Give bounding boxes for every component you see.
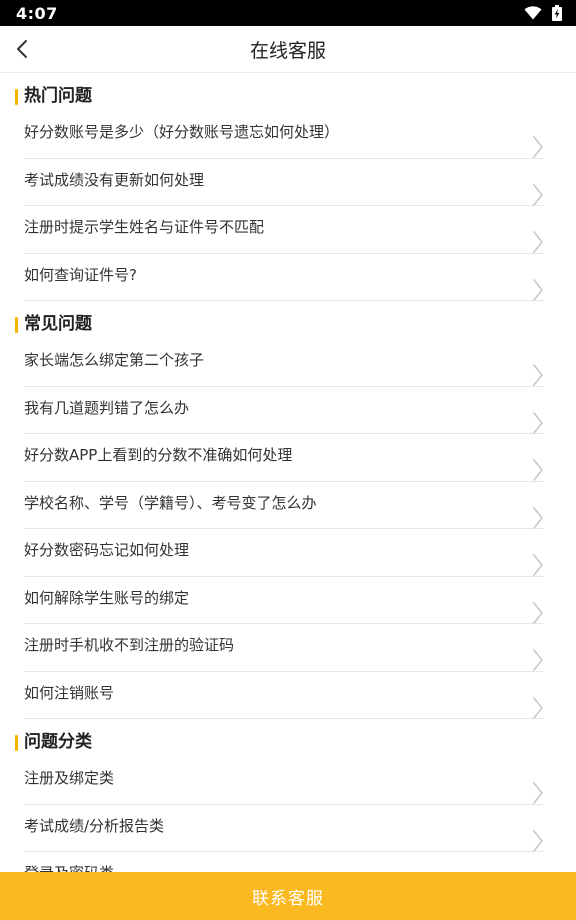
faq-item[interactable]: 好分数账号是多少（好分数账号遗忘如何处理） bbox=[24, 111, 544, 159]
chevron-right-icon bbox=[533, 459, 543, 481]
faq-item[interactable]: 如何解除学生账号的绑定 bbox=[24, 577, 544, 624]
faq-item[interactable]: 考试成绩/分析报告类 bbox=[24, 805, 544, 852]
contact-service-button[interactable]: 联系客服 bbox=[0, 872, 576, 920]
chevron-right-icon bbox=[533, 782, 543, 804]
section-title: 常见问题 bbox=[24, 314, 92, 334]
faq-item[interactable]: 如何查询证件号? bbox=[24, 254, 544, 301]
status-time: 4:07 bbox=[16, 3, 58, 23]
faq-item[interactable]: 注册时提示学生姓名与证件号不匹配 bbox=[24, 206, 544, 254]
faq-item-label: 好分数账号是多少（好分数账号遗忘如何处理） bbox=[24, 123, 340, 141]
page-title: 在线客服 bbox=[249, 39, 326, 62]
chevron-right-icon bbox=[533, 506, 543, 529]
faq-item-label: 登录及密码类 bbox=[24, 862, 114, 872]
chevron-right-icon bbox=[533, 183, 543, 206]
battery-charging-icon bbox=[552, 5, 562, 21]
faq-item-label: 如何解除学生账号的绑定 bbox=[24, 588, 190, 607]
faq-item-label: 注册时提示学生姓名与证件号不匹配 bbox=[24, 218, 265, 236]
status-icons bbox=[524, 5, 562, 21]
chevron-right-icon bbox=[533, 601, 543, 624]
chevron-right-icon bbox=[533, 278, 543, 301]
faq-item[interactable]: 考试成绩没有更新如何处理 bbox=[24, 159, 544, 206]
faq-item-label: 好分数APP上看到的分数不准确如何处理 bbox=[24, 446, 293, 464]
section-accent-bar bbox=[15, 317, 18, 333]
faq-item-label: 家长端怎么绑定第二个孩子 bbox=[24, 351, 205, 369]
faq-item-label: 如何注销账号 bbox=[24, 683, 115, 702]
faq-item-label: 注册时手机收不到注册的验证码 bbox=[24, 636, 235, 654]
chevron-right-icon bbox=[533, 696, 543, 719]
faq-item-label: 学校名称、学号（学籍号）、考号变了怎么办 bbox=[24, 493, 317, 512]
section-header: 热门问题 bbox=[0, 73, 576, 111]
wifi-icon bbox=[524, 6, 542, 20]
faq-list[interactable]: 热门问题好分数账号是多少（好分数账号遗忘如何处理） 考试成绩没有更新如何处理注册时… bbox=[0, 73, 576, 872]
section-accent-bar bbox=[15, 89, 18, 105]
section-header: 常见问题 bbox=[0, 301, 576, 339]
faq-item-label: 好分数密码忘记如何处理 bbox=[24, 541, 190, 559]
faq-item-label: 如何查询证件号? bbox=[24, 265, 137, 284]
section-title: 问题分类 bbox=[24, 732, 92, 752]
faq-item-label: 考试成绩/分析报告类 bbox=[24, 816, 165, 835]
faq-item[interactable]: 登录及密码类 bbox=[24, 852, 544, 872]
chevron-right-icon bbox=[533, 649, 543, 671]
faq-item-label: 注册及绑定类 bbox=[24, 769, 115, 787]
faq-item[interactable]: 好分数密码忘记如何处理 bbox=[24, 529, 544, 577]
chevron-right-icon bbox=[533, 136, 543, 158]
chevron-right-icon bbox=[533, 231, 543, 253]
faq-item[interactable]: 家长端怎么绑定第二个孩子 bbox=[24, 339, 544, 387]
faq-item[interactable]: 我有几道题判错了怎么办 bbox=[24, 387, 544, 434]
chevron-right-icon bbox=[533, 411, 543, 434]
faq-item[interactable]: 好分数APP上看到的分数不准确如何处理 bbox=[24, 434, 544, 482]
chevron-right-icon bbox=[533, 364, 543, 386]
contact-service-label: 联系客服 bbox=[252, 888, 324, 909]
back-button[interactable] bbox=[6, 32, 38, 66]
status-bar: 4:07 bbox=[0, 0, 576, 26]
section-title: 热门问题 bbox=[24, 86, 92, 106]
chevron-right-icon bbox=[533, 829, 543, 852]
section-header: 问题分类 bbox=[0, 719, 576, 757]
sections-container: 热门问题好分数账号是多少（好分数账号遗忘如何处理） 考试成绩没有更新如何处理注册时… bbox=[0, 73, 576, 872]
faq-item-label: 我有几道题判错了怎么办 bbox=[24, 398, 190, 417]
chevron-right-icon bbox=[533, 554, 543, 576]
section-accent-bar bbox=[15, 735, 18, 751]
faq-item[interactable]: 注册及绑定类 bbox=[24, 757, 544, 805]
nav-bar: 在线客服 bbox=[0, 26, 576, 73]
faq-item[interactable]: 注册时手机收不到注册的验证码 bbox=[24, 624, 544, 672]
faq-item[interactable]: 学校名称、学号（学籍号）、考号变了怎么办 bbox=[24, 482, 544, 529]
chevron-left-icon bbox=[17, 40, 27, 58]
faq-item[interactable]: 如何注销账号 bbox=[24, 672, 544, 719]
faq-item-label: 考试成绩没有更新如何处理 bbox=[24, 170, 205, 189]
